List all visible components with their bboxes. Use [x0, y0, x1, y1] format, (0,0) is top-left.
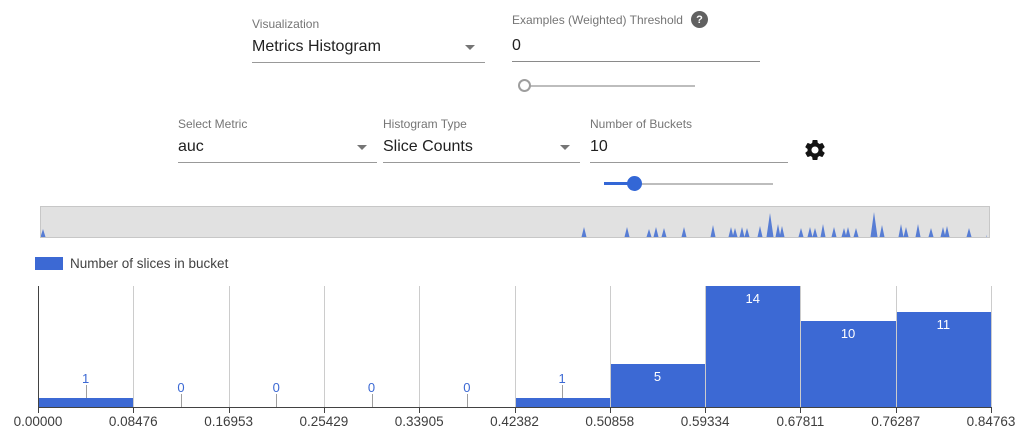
bar-value-label: 1	[522, 371, 602, 386]
x-axis-line	[38, 407, 992, 408]
gridline	[896, 286, 897, 407]
bar-label-leader-line	[181, 394, 182, 407]
gridline	[705, 286, 706, 407]
bar-label-leader-line	[372, 394, 373, 407]
gridline	[419, 286, 420, 407]
x-tick-label: 0.33905	[374, 414, 464, 429]
bar-value-label: 10	[808, 326, 888, 341]
gridline	[610, 286, 611, 407]
bar-value-label: 1	[46, 371, 126, 386]
x-tick-label: 0.08476	[88, 414, 178, 429]
x-tick-label: 0.00000	[0, 414, 83, 429]
bar-label-leader-line	[562, 385, 563, 398]
bar-value-label: 0	[236, 380, 316, 395]
bar-value-label: 14	[713, 291, 793, 306]
bar-value-label: 0	[332, 380, 412, 395]
gridline	[133, 286, 134, 407]
gridline	[324, 286, 325, 407]
x-tick-label: 0.42382	[470, 414, 560, 429]
metrics-histogram-panel: Visualization Metrics Histogram Examples…	[0, 0, 1024, 432]
x-tick-label: 0.50858	[565, 414, 655, 429]
bar-value-label: 11	[903, 317, 983, 332]
histogram-plot: 10000151410110.000000.084760.169530.2542…	[0, 0, 1024, 432]
bar-label-leader-line	[467, 394, 468, 407]
histogram-bar	[38, 398, 133, 407]
bar-label-leader-line	[86, 385, 87, 398]
bar-value-label: 5	[617, 369, 697, 384]
x-tick-label: 0.59334	[660, 414, 750, 429]
bar-value-label: 0	[141, 380, 221, 395]
x-tick-label: 0.25429	[279, 414, 369, 429]
x-tick-label: 0.16953	[184, 414, 274, 429]
gridline	[991, 286, 992, 407]
gridline	[515, 286, 516, 407]
bar-label-leader-line	[276, 394, 277, 407]
x-tick-label: 0.67811	[755, 414, 845, 429]
histogram-bar	[515, 398, 610, 407]
gridline	[800, 286, 801, 407]
x-tick-label: 0.84763	[946, 414, 1024, 429]
bar-value-label: 0	[427, 380, 507, 395]
x-tick-label: 0.76287	[851, 414, 941, 429]
gridline	[229, 286, 230, 407]
y-axis-line	[38, 286, 39, 407]
